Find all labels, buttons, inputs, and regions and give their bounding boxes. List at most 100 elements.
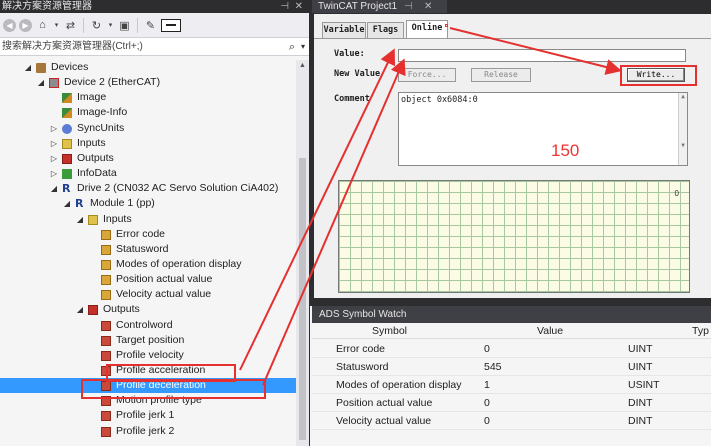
in-node-icon — [62, 138, 72, 149]
tab-variable[interactable]: Variable — [322, 22, 366, 38]
tree-scrollbar[interactable]: ▲ — [296, 60, 309, 446]
dropdown-arrow-icon[interactable]: ▾ — [107, 18, 114, 33]
forward-icon[interactable]: ▶ — [19, 18, 32, 32]
tree-item[interactable]: ◢ R Module 1 (pp) — [0, 196, 296, 211]
tree-item[interactable]: ◢ Inputs — [0, 212, 296, 227]
home-icon[interactable]: ⌂ — [35, 18, 50, 33]
solution-search-bar[interactable]: 搜索解决方案资源管理器(Ctrl+;) ⌕ ▾ — [0, 38, 309, 56]
preview-icon[interactable] — [161, 18, 181, 32]
expand-arrow-icon[interactable]: ▷ — [49, 166, 59, 181]
tree-item-label: Image — [77, 91, 107, 104]
in-node-icon — [88, 214, 98, 225]
var-out-node-icon — [101, 411, 111, 422]
var-out-node-icon — [101, 350, 111, 361]
tree-item[interactable]: Profile jerk 1 — [0, 408, 296, 423]
tree-item[interactable]: Profile jerk 2 — [0, 424, 296, 439]
tree-item[interactable]: Target position — [0, 333, 296, 348]
toolbar-separator — [137, 17, 138, 33]
tree-item-label: Statusword — [116, 242, 169, 255]
expand-arrow-icon[interactable]: ▷ — [49, 136, 59, 151]
tree-item-label: Drive 2 (CN032 AC Servo Solution CiA402) — [77, 182, 279, 195]
column-header-symbol[interactable]: Symbol — [372, 324, 407, 339]
tree-item[interactable]: Position actual value — [0, 272, 296, 287]
solution-explorer-toolbar: ◀ ▶ ⌂ ▾ ⇄ ↻ ▾ ▣ ✎ — [0, 13, 309, 38]
tree-item[interactable]: ▷ SyncUnits — [0, 121, 296, 136]
close-icon[interactable]: ✕ — [295, 0, 303, 13]
tree-item[interactable]: ◢ Devices — [0, 60, 296, 75]
tree-item[interactable]: Image-Info — [0, 105, 296, 120]
history-icon[interactable]: ↻ — [89, 18, 104, 33]
table-row[interactable]: Position actual value 0 DINT — [312, 394, 711, 412]
tab-online[interactable]: Online — [406, 20, 448, 38]
scrollbar-thumb[interactable] — [299, 158, 306, 440]
tree-item[interactable]: Statusword — [0, 242, 296, 257]
solution-explorer-titlebar: 解决方案资源管理器 ⊣ ✕ — [0, 0, 309, 13]
tree-item[interactable]: Motion profile type — [0, 393, 296, 408]
force-button[interactable]: Force... — [398, 68, 456, 82]
dropdown-arrow-icon[interactable]: ▾ — [53, 18, 60, 33]
pin-icon[interactable]: ⊣ — [404, 0, 413, 13]
tree-item-label: Inputs — [103, 212, 132, 225]
column-header-type[interactable]: Typ — [692, 324, 709, 339]
online-trend-chart: 0 — [338, 180, 690, 293]
tree-item-label: Inputs — [77, 136, 106, 149]
comment-scrollbar[interactable]: ▲ ▼ — [678, 93, 687, 165]
sync-icon[interactable]: ⇄ — [63, 18, 78, 33]
table-row[interactable]: Velocity actual value 0 DINT — [312, 412, 711, 430]
tree-item[interactable]: ◢ Device 2 (EtherCAT) — [0, 75, 296, 90]
tree-item[interactable]: ▷ Inputs — [0, 136, 296, 151]
tree-item-label: Target position — [116, 333, 185, 346]
scroll-up-icon[interactable]: ▲ — [296, 60, 309, 72]
tree-item[interactable]: ▷ InfoData — [0, 166, 296, 181]
expand-arrow-icon[interactable]: ▷ — [49, 151, 59, 166]
tree-item[interactable]: ◢ R Drive 2 (CN032 AC Servo Solution CiA40… — [0, 181, 296, 196]
tree-item[interactable]: Profile deceleration — [0, 378, 296, 394]
tree-item[interactable]: ◢ Outputs — [0, 302, 296, 317]
img-node-icon — [62, 108, 72, 119]
expand-arrow-icon[interactable]: ▷ — [49, 121, 59, 136]
back-icon[interactable]: ◀ — [3, 18, 16, 32]
solution-explorer-title: 解决方案资源管理器 — [2, 1, 92, 12]
chevron-down-icon[interactable]: ▾ — [301, 38, 305, 56]
tree-item[interactable]: ▷ Outputs — [0, 151, 296, 166]
tree-item-label: Device 2 (EtherCAT) — [64, 76, 161, 89]
symbol-cell: Velocity actual value — [336, 415, 432, 427]
tree-item-label: Image-Info — [77, 106, 128, 119]
value-field[interactable] — [398, 49, 686, 62]
tree-item[interactable]: Controlword — [0, 318, 296, 333]
tree-item[interactable]: Modes of operation display — [0, 257, 296, 272]
table-row[interactable]: Error code 0 UINT — [312, 340, 711, 358]
symbol-cell: Error code — [336, 343, 386, 355]
write-button[interactable]: Write... — [627, 68, 685, 82]
table-row[interactable]: Modes of operation display 1 USINT — [312, 376, 711, 394]
wrench-icon[interactable]: ✎ — [143, 18, 158, 33]
ads-symbol-watch: ADS Symbol Watch Symbol Value Typ Error … — [310, 306, 711, 446]
out-node-icon — [88, 305, 98, 316]
collapse-all-icon[interactable]: ▣ — [117, 18, 132, 33]
collapse-arrow-icon[interactable]: ◢ — [23, 60, 33, 75]
document-tab[interactable]: TwinCAT Project1 ⊣ ✕ — [312, 0, 447, 13]
solution-explorer: 解决方案资源管理器 ⊣ ✕ ◀ ▶ ⌂ ▾ ⇄ ↻ ▾ ▣ ✎ 搜索解决方案资源… — [0, 0, 309, 446]
column-header-value[interactable]: Value — [537, 324, 563, 339]
collapse-arrow-icon[interactable]: ◢ — [49, 181, 59, 196]
pin-icon[interactable]: ⊣ — [280, 0, 289, 13]
ecat-node-icon — [49, 78, 59, 89]
search-input[interactable]: 搜索解决方案资源管理器(Ctrl+;) — [2, 41, 143, 52]
release-button[interactable]: Release — [471, 68, 531, 82]
search-icon[interactable]: ⌕ — [289, 38, 295, 56]
table-row[interactable]: Statusword 545 UINT — [312, 358, 711, 376]
collapse-arrow-icon[interactable]: ◢ — [75, 302, 85, 317]
tree-item-label: Profile jerk 2 — [116, 424, 175, 437]
tree-item[interactable]: Profile velocity — [0, 348, 296, 363]
collapse-arrow-icon[interactable]: ◢ — [36, 75, 46, 90]
tree-item-label: Profile deceleration — [116, 379, 206, 392]
tab-flags[interactable]: Flags — [367, 22, 404, 38]
collapse-arrow-icon[interactable]: ◢ — [75, 212, 85, 227]
var-in-node-icon — [101, 290, 111, 301]
tree-item[interactable]: Velocity actual value — [0, 287, 296, 302]
tree-item[interactable]: Image — [0, 90, 296, 105]
tree-item[interactable]: Error code — [0, 227, 296, 242]
close-icon[interactable]: ✕ — [424, 0, 432, 13]
collapse-arrow-icon[interactable]: ◢ — [62, 196, 72, 211]
tree-item[interactable]: Profile acceleration — [0, 363, 296, 378]
